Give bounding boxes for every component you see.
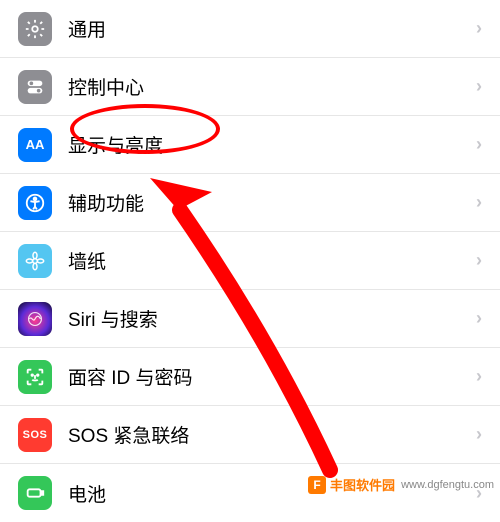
chevron-right-icon: › [476, 192, 482, 213]
row-label: SOS 紧急联络 [68, 421, 476, 448]
row-label: 通用 [68, 15, 476, 42]
settings-row-sos[interactable]: SOS SOS 紧急联络 › [0, 406, 500, 464]
chevron-right-icon: › [476, 134, 482, 155]
chevron-right-icon: › [476, 424, 482, 445]
watermark-logo: F [308, 476, 326, 494]
chevron-right-icon: › [476, 76, 482, 97]
chevron-right-icon: › [476, 308, 482, 329]
accessibility-icon [18, 186, 52, 220]
watermark-brand: 丰图软件园 [330, 475, 395, 494]
settings-row-display[interactable]: AA 显示与亮度 › [0, 116, 500, 174]
settings-row-wallpaper[interactable]: 墙纸 › [0, 232, 500, 290]
row-label: 控制中心 [68, 73, 476, 100]
toggles-icon [18, 70, 52, 104]
settings-row-control[interactable]: 控制中心 › [0, 58, 500, 116]
chevron-right-icon: › [476, 18, 482, 39]
watermark-url: www.dgfengtu.com [401, 479, 494, 491]
settings-row-siri[interactable]: Siri 与搜索 › [0, 290, 500, 348]
siri-icon [18, 302, 52, 336]
sos-icon: SOS [18, 418, 52, 452]
row-label: 面容 ID 与密码 [68, 363, 476, 390]
icon-text: AA [26, 137, 45, 152]
chevron-right-icon: › [476, 250, 482, 271]
gear-icon [18, 12, 52, 46]
settings-row-accessibility[interactable]: 辅助功能 › [0, 174, 500, 232]
flower-icon [18, 244, 52, 278]
row-label: 辅助功能 [68, 189, 476, 216]
row-label: Siri 与搜索 [68, 305, 476, 332]
row-label: 墙纸 [68, 247, 476, 274]
battery-icon [18, 476, 52, 510]
faceid-icon [18, 360, 52, 394]
settings-row-general[interactable]: 通用 › [0, 0, 500, 58]
chevron-right-icon: › [476, 366, 482, 387]
icon-text: SOS [23, 429, 48, 441]
row-label: 显示与亮度 [68, 131, 476, 158]
settings-list: 通用 › 控制中心 › AA 显示与亮度 › 辅助功能 › 墙纸 › Siri … [0, 0, 500, 522]
text-size-icon: AA [18, 128, 52, 162]
watermark: F 丰图软件园 www.dgfengtu.com [308, 475, 494, 494]
settings-row-faceid[interactable]: 面容 ID 与密码 › [0, 348, 500, 406]
